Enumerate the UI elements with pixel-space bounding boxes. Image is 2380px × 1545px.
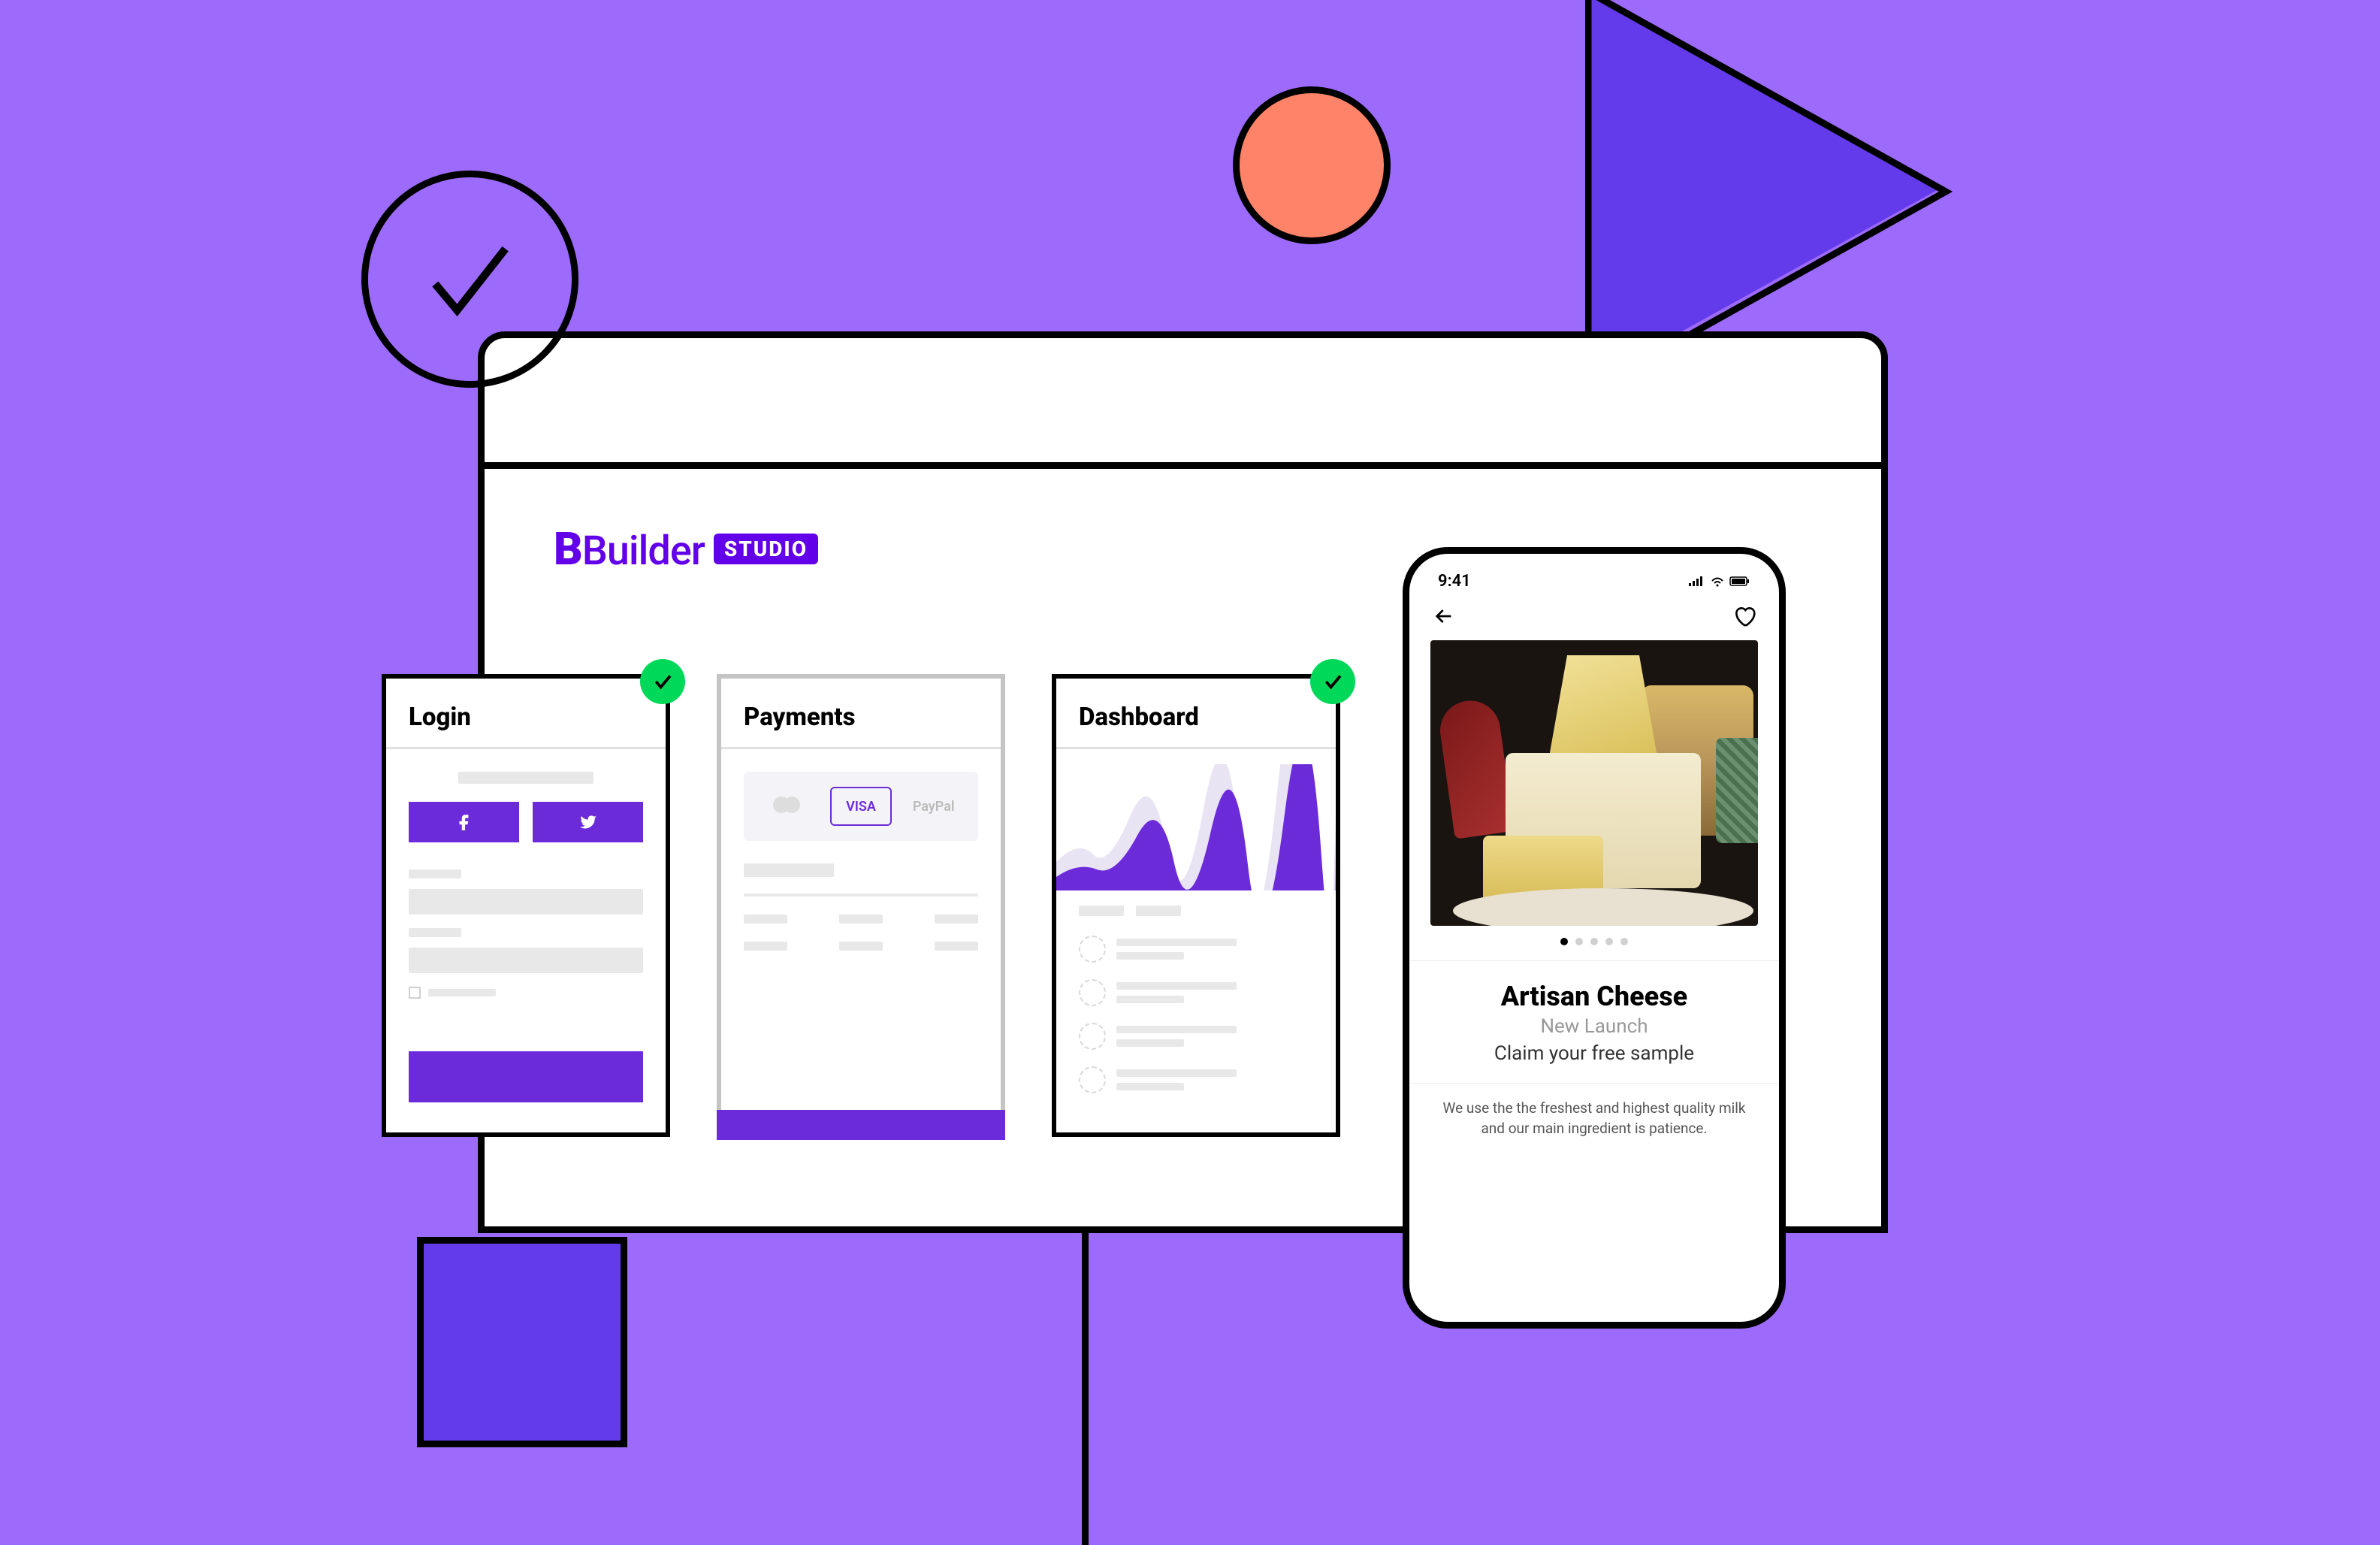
back-icon[interactable] [1432, 604, 1456, 628]
login-submit[interactable] [409, 1051, 643, 1102]
pay-option-visa[interactable]: VISA [830, 787, 892, 826]
feature-cards: Login Payments [382, 674, 1340, 1137]
logo-badge: STUDIO [714, 534, 818, 564]
facebook-button[interactable] [409, 802, 519, 842]
product-description: We use the the freshest and highest qual… [1409, 1083, 1779, 1153]
phone-time: 9:41 [1438, 572, 1471, 591]
pay-option-paypal[interactable]: PayPal [904, 787, 963, 826]
phone-statusbar: 9:41 [1409, 554, 1779, 597]
card-title: Dashboard [1056, 679, 1336, 749]
card-login[interactable]: Login [382, 674, 670, 1137]
phone-preview: 9:41 Artisan Cheese New Launch Clai [1403, 547, 1786, 1329]
decoration-square [417, 1237, 627, 1447]
product-title: Artisan Cheese [1409, 960, 1779, 1012]
wifi-icon [1710, 576, 1725, 588]
product-claim: Claim your free sample [1409, 1041, 1779, 1083]
card-dashboard[interactable]: Dashboard [1052, 674, 1340, 1137]
dashboard-chart [1056, 764, 1336, 890]
check-icon [640, 659, 685, 704]
signal-icon [1689, 576, 1705, 588]
carousel-dots[interactable] [1409, 926, 1779, 957]
pay-option-mastercard[interactable] [759, 787, 818, 826]
card-payments[interactable]: Payments VISA PayPal [717, 674, 1005, 1137]
check-icon [1310, 659, 1355, 704]
decoration-circle [1233, 86, 1391, 244]
decoration-check-circle [361, 171, 578, 388]
browser-window: BBuilder STUDIO Login [478, 331, 1888, 1233]
browser-titlebar [485, 338, 1881, 469]
card-title: Login [386, 679, 666, 749]
product-subtitle: New Launch [1409, 1012, 1779, 1041]
logo: BBuilder STUDIO [554, 522, 818, 576]
heart-icon[interactable] [1732, 604, 1756, 628]
logo-text: Builder [582, 528, 705, 575]
card-title: Payments [721, 679, 1001, 749]
battery-icon [1729, 576, 1750, 588]
product-image [1430, 640, 1758, 926]
twitter-button[interactable] [533, 802, 643, 842]
